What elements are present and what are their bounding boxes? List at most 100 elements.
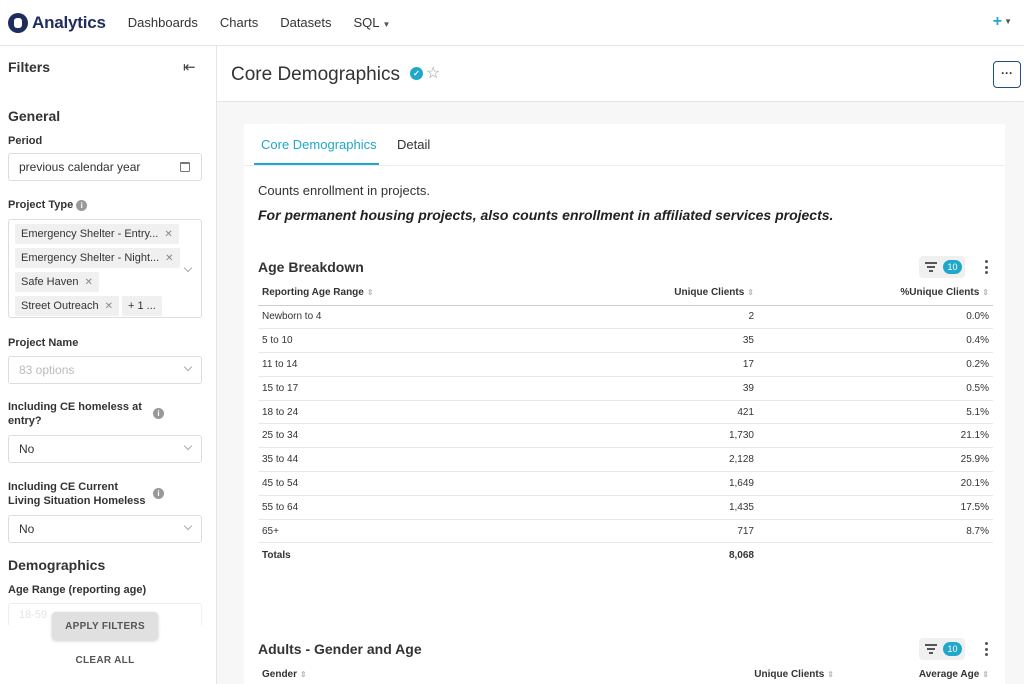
ce-current-select[interactable]: No <box>8 515 202 543</box>
tab-core-demographics[interactable]: Core Demographics <box>261 137 377 152</box>
remove-tag-icon[interactable]: ✕ <box>164 229 172 240</box>
table-row: 18 to 24 421 5.1% <box>258 400 993 425</box>
table-cell: 0.0% <box>758 305 993 330</box>
period-input[interactable]: previous calendar year <box>8 153 202 181</box>
table-row: Newborn to 4 2 0.0% <box>258 305 993 330</box>
star-icon[interactable]: ☆ <box>426 63 440 83</box>
filter-count-badge: 10 <box>943 642 962 656</box>
column-header-label: Unique Clients <box>754 669 825 681</box>
clear-all-button[interactable]: CLEAR ALL <box>52 655 158 666</box>
table-row: 11 to 14 17 0.2% <box>258 352 993 377</box>
table-cell: 35 to 44 <box>258 447 478 473</box>
table-row: 65+ 717 8.7% <box>258 519 993 544</box>
info-icon[interactable]: i <box>76 200 88 211</box>
project-type-tag: Street Outreach ✕ <box>15 296 120 316</box>
column-header-label: Gender <box>262 669 298 681</box>
kebab-menu-icon[interactable] <box>985 642 989 658</box>
sort-icon: ⇕ <box>747 288 754 298</box>
remove-tag-icon[interactable]: ✕ <box>165 253 173 264</box>
column-header[interactable]: Unique Clients ⇕ <box>478 281 758 306</box>
table-row: 35 to 44 2,128 25.9% <box>258 447 993 473</box>
dashboard-header: Core Demographics ✓ ☆ ··· <box>217 46 1024 102</box>
project-name-label: Project Name <box>8 337 79 349</box>
kebab-menu-icon[interactable] <box>985 260 989 276</box>
column-header-label: Average Age <box>918 669 980 681</box>
table-row: 45 to 54 1,649 20.1% <box>258 471 993 496</box>
sort-icon: ⇕ <box>300 670 307 680</box>
table-row: 5 to 10 35 0.4% <box>258 328 993 354</box>
table-header-row: Reporting Age Range ⇕ Unique Clients ⇕ %Un… <box>258 281 993 306</box>
remove-tag-icon[interactable]: ✕ <box>84 277 92 288</box>
period-label: Period <box>8 135 43 147</box>
filter-count-badge: 10 <box>943 260 962 274</box>
caret-down-icon: ▼ <box>382 20 391 29</box>
table-cell: 35 <box>478 328 758 354</box>
active-tab-indicator <box>254 163 379 165</box>
page-title: Core Demographics <box>231 64 400 85</box>
column-header[interactable]: %Unique Clients ⇕ <box>758 281 993 306</box>
apply-filters-button[interactable]: APPLY FILTERS <box>52 612 158 640</box>
table-cell: Newborn to 4 <box>258 305 478 330</box>
table-cell: 21.1% <box>758 423 993 449</box>
filter-indicator[interactable]: 10 <box>919 638 965 660</box>
project-name-select[interactable]: 83 options <box>8 356 202 384</box>
project-type-select[interactable]: Emergency Shelter - Entry... ✕ Emergency … <box>8 219 202 318</box>
dashboard-card: Core Demographics Detail Counts enrollme… <box>244 124 1005 684</box>
column-header-label: Unique Clients <box>674 287 745 299</box>
table-cell: 5.1% <box>758 400 993 425</box>
table-cell: 11 to 14 <box>258 352 478 377</box>
filter-icon <box>925 262 937 272</box>
more-options-button[interactable]: ··· <box>993 61 1021 88</box>
remove-tag-icon[interactable]: ✕ <box>105 301 113 312</box>
description-text: Counts enrollment in projects. <box>258 183 430 198</box>
new-button[interactable]: + ▼ <box>993 13 1012 31</box>
filter-indicator[interactable]: 10 <box>919 256 965 278</box>
gender-age-title: Adults - Gender and Age <box>258 641 422 657</box>
ce-current-value: No <box>19 522 35 536</box>
chevron-down-icon <box>183 441 193 451</box>
more-tags[interactable]: + 1 ... <box>122 296 162 316</box>
tab-detail[interactable]: Detail <box>397 137 430 152</box>
tag-label: Emergency Shelter - Night... <box>21 252 160 264</box>
table-cell: 25.9% <box>758 447 993 473</box>
table-cell: 0.2% <box>758 352 993 377</box>
ce-homeless-label: Including CE homeless at entry? <box>8 401 142 427</box>
table-cell: 2,128 <box>478 447 758 473</box>
ce-homeless-select[interactable]: No <box>8 435 202 463</box>
sort-icon: ⇕ <box>982 288 989 298</box>
tag-label: Street Outreach <box>21 300 99 312</box>
filter-icon <box>925 644 937 654</box>
age-range-label: Age Range (reporting age) <box>8 584 147 596</box>
sort-icon: ⇕ <box>827 670 834 680</box>
column-header[interactable]: Average Age ⇕ <box>838 663 993 684</box>
totals-cell: 8,068 <box>478 542 758 567</box>
logo-text: Analytics <box>32 12 106 32</box>
table-row: 25 to 34 1,730 21.1% <box>258 423 993 449</box>
tag-label: Emergency Shelter - Entry... <box>21 228 159 240</box>
table-cell: 65+ <box>258 519 478 544</box>
table-cell: 55 to 64 <box>258 495 478 520</box>
info-icon[interactable]: i <box>153 488 164 499</box>
table-cell: 0.4% <box>758 328 993 354</box>
table-cell: 8.7% <box>758 519 993 544</box>
sort-icon: ⇕ <box>982 670 989 680</box>
logo[interactable]: Analytics <box>8 12 106 33</box>
nav-datasets[interactable]: Datasets <box>280 15 331 30</box>
nav-dashboards[interactable]: Dashboards <box>128 15 198 30</box>
nav-charts[interactable]: Charts <box>220 15 258 30</box>
table-cell: 17.5% <box>758 495 993 520</box>
age-breakdown-title: Age Breakdown <box>258 259 364 275</box>
table-cell: 1,730 <box>478 423 758 449</box>
project-type-tag: Safe Haven ✕ <box>15 272 99 292</box>
column-header[interactable]: Gender ⇕ <box>258 663 538 684</box>
column-header[interactable]: Reporting Age Range ⇕ <box>258 281 478 306</box>
table-header-row: Gender ⇕ Unique Clients ⇕ Average Age ⇕ <box>258 663 993 684</box>
calendar-icon <box>180 162 190 172</box>
column-header[interactable]: Unique Clients ⇕ <box>538 663 838 684</box>
table-cell: 5 to 10 <box>258 328 478 354</box>
filters-title: Filters <box>8 59 51 75</box>
tab-bar: Core Demographics Detail <box>244 124 1005 166</box>
collapse-sidebar-icon[interactable]: ⇤ <box>183 58 196 76</box>
nav-sql[interactable]: SQL ▼ <box>354 15 391 30</box>
info-icon[interactable]: i <box>153 408 164 419</box>
